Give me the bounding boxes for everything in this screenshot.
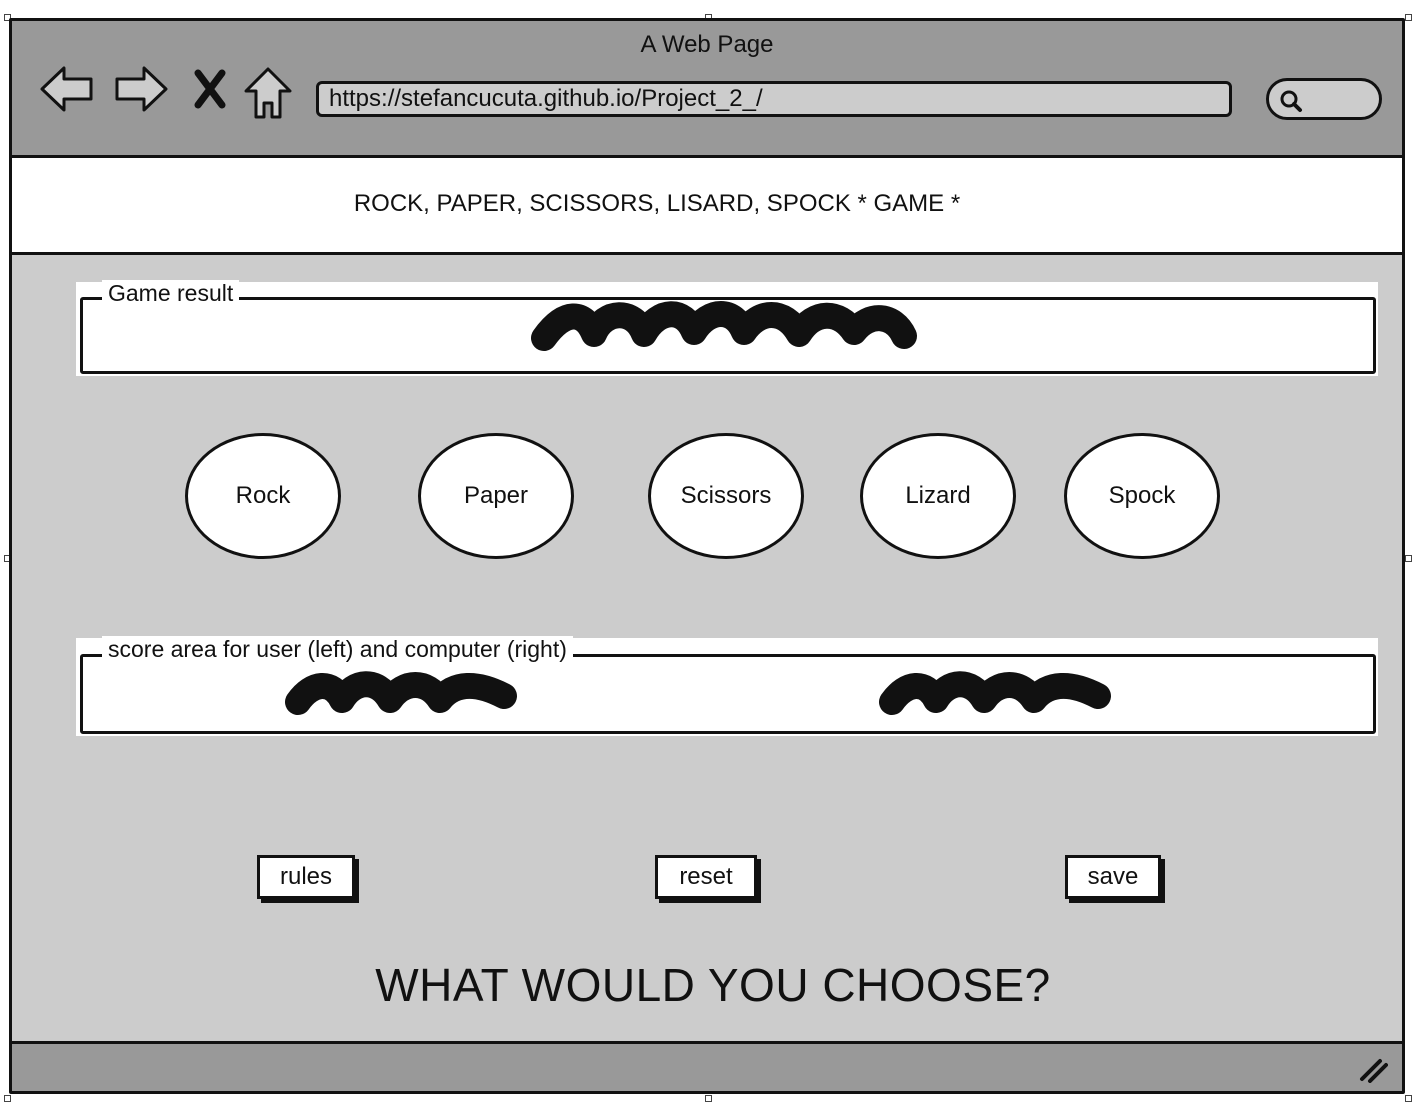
save-button[interactable]: save — [1065, 855, 1161, 899]
browser-statusbar — [12, 1041, 1402, 1091]
score-legend: score area for user (left) and computer … — [102, 636, 573, 662]
selection-handle[interactable] — [4, 1095, 11, 1102]
window-title: A Web Page — [640, 31, 774, 58]
home-icon[interactable] — [242, 65, 294, 121]
reset-button[interactable]: reset — [655, 855, 757, 899]
address-bar[interactable]: https://stefancucuta.github.io/Project_2… — [316, 81, 1232, 117]
search-box[interactable] — [1266, 78, 1382, 120]
selection-handle[interactable] — [705, 1095, 712, 1102]
score-panel: score area for user (left) and computer … — [76, 636, 1378, 736]
close-x-icon[interactable] — [192, 69, 228, 109]
resize-grip-icon[interactable] — [1358, 1055, 1388, 1083]
choice-prompt-heading: WHAT WOULD YOU CHOOSE? — [375, 959, 1051, 1011]
selection-handle[interactable] — [1405, 555, 1412, 562]
choice-scissors-button[interactable]: Scissors — [648, 433, 804, 559]
browser-window: A Web Page https://stefancucuta.github.i… — [9, 18, 1405, 1094]
selection-handle[interactable] — [1405, 1095, 1412, 1102]
rules-button[interactable]: rules — [257, 855, 355, 899]
page-title: ROCK, PAPER, SCISSORS, LISARD, SPOCK * G… — [353, 190, 961, 217]
redacted-user-score-scribble — [285, 671, 517, 715]
choice-rock-button[interactable]: Rock — [185, 433, 341, 559]
game-result-legend: Game result — [102, 280, 240, 306]
page-header: ROCK, PAPER, SCISSORS, LISARD, SPOCK * G… — [12, 158, 1402, 255]
choice-spock-button[interactable]: Spock — [1064, 433, 1220, 559]
score-frame — [80, 654, 1376, 734]
screenshot-canvas: A Web Page https://stefancucuta.github.i… — [0, 0, 1426, 1118]
selection-handle[interactable] — [1405, 14, 1412, 21]
game-result-panel: Game result — [76, 280, 1378, 376]
redacted-computer-score-scribble — [879, 671, 1111, 715]
choice-paper-button[interactable]: Paper — [418, 433, 574, 559]
choice-lizard-button[interactable]: Lizard — [860, 433, 1016, 559]
browser-titlebar: A Web Page https://stefancucuta.github.i… — [12, 21, 1402, 158]
forward-arrow-icon[interactable] — [112, 63, 170, 115]
search-icon — [1280, 90, 1302, 112]
back-arrow-icon[interactable] — [38, 63, 96, 115]
redacted-result-scribble — [531, 301, 917, 351]
